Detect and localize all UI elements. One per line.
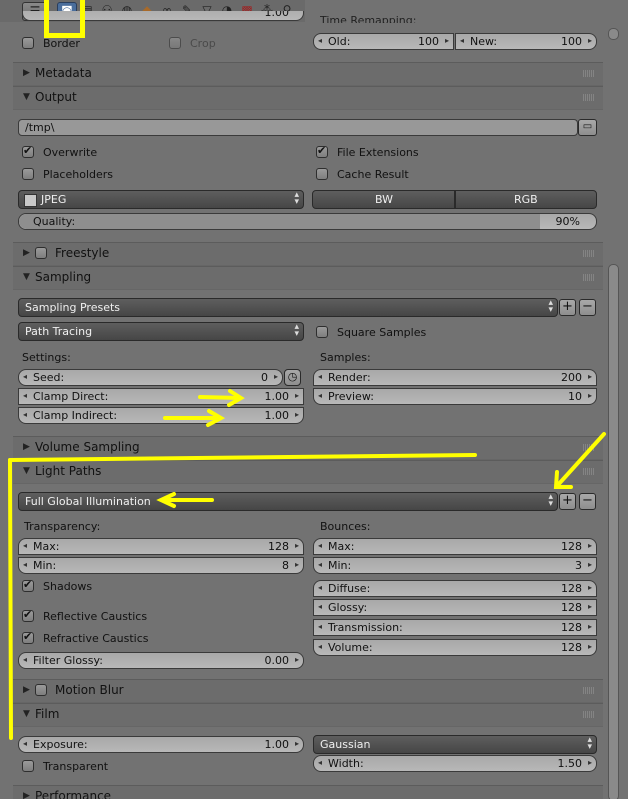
clamp-direct-arrow-shaft xyxy=(198,395,242,400)
properties-editor: ☰ ◙ ▤ ⚇ ◍ ◆ ∞ ✎ ▽ ◕ ▩ ⁂ ⚲ 1.00 Time Rema… xyxy=(0,0,628,799)
light-paths-box-top xyxy=(8,453,477,462)
preset-arrow-shaft xyxy=(555,432,606,488)
light-paths-box-left xyxy=(8,458,13,740)
annotation-overlay xyxy=(8,389,606,740)
